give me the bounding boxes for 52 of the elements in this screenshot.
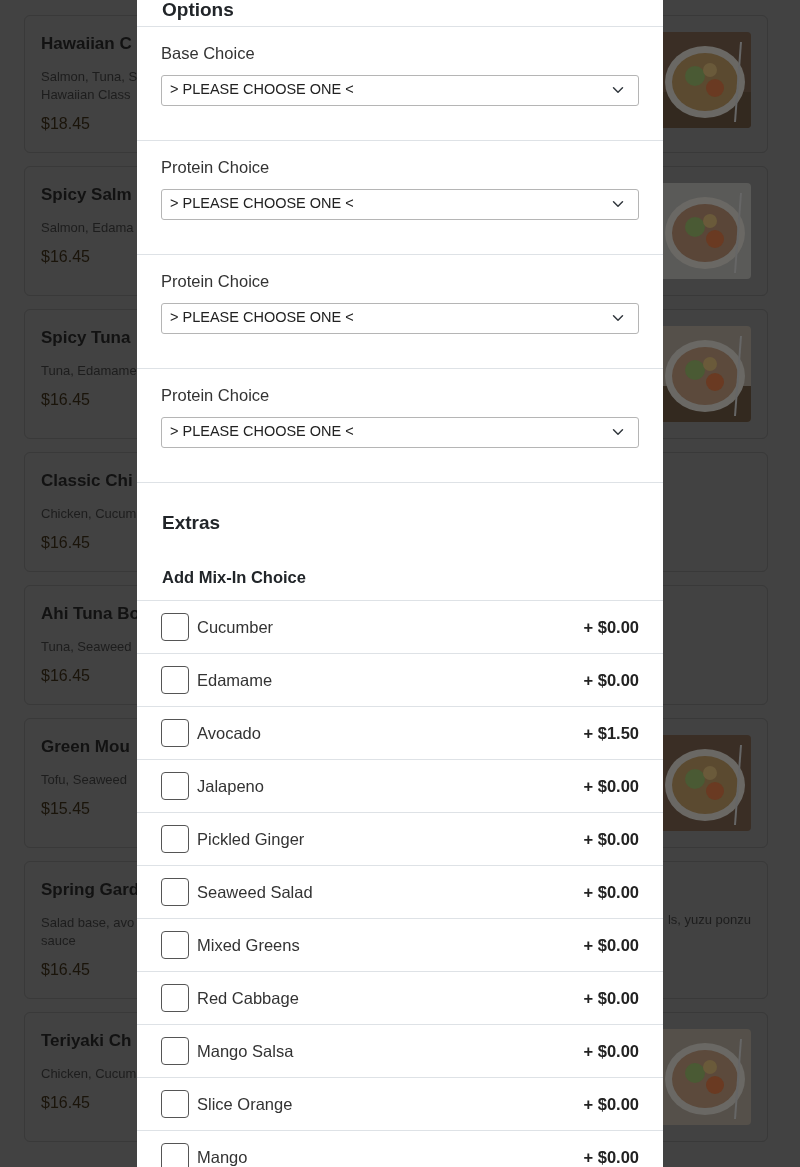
option-price: + $0.00 bbox=[583, 1146, 639, 1167]
option-price: + $0.00 bbox=[583, 1040, 639, 1062]
item-price: $16.45 bbox=[41, 533, 91, 553]
option-price: + $0.00 bbox=[583, 828, 639, 850]
item-price: $16.45 bbox=[41, 960, 91, 980]
item-price: $16.45 bbox=[41, 666, 91, 686]
checkbox[interactable] bbox=[161, 1037, 189, 1065]
item-price: $18.45 bbox=[41, 114, 91, 134]
option-label: Avocado bbox=[197, 722, 262, 744]
checkbox[interactable] bbox=[161, 825, 189, 853]
option-label: Mango Salsa bbox=[197, 1040, 295, 1062]
field-label: Protein Choice bbox=[161, 385, 271, 406]
option-label: Edamame bbox=[197, 669, 274, 691]
select-field[interactable]: > PLEASE CHOOSE ONE < bbox=[161, 74, 639, 106]
field-label: Protein Choice bbox=[161, 271, 271, 292]
option-price: + $0.00 bbox=[583, 616, 639, 638]
select-field[interactable]: > PLEASE CHOOSE ONE < bbox=[161, 416, 639, 448]
option-price: + $0.00 bbox=[583, 934, 639, 956]
option-label: Cucumber bbox=[197, 616, 275, 638]
checkbox[interactable] bbox=[161, 984, 189, 1012]
group-title: Add Mix-In Choice bbox=[137, 555, 663, 601]
option-label: Pickled Ginger bbox=[197, 828, 306, 850]
checkbox[interactable] bbox=[161, 613, 189, 641]
select-field[interactable]: > PLEASE CHOOSE ONE < bbox=[161, 302, 639, 334]
option-price: + $0.00 bbox=[583, 881, 639, 903]
checkbox[interactable] bbox=[161, 772, 189, 800]
option-price: + $0.00 bbox=[583, 987, 639, 1009]
item-price: $16.45 bbox=[41, 247, 91, 267]
option-label: Seaweed Salad bbox=[197, 881, 314, 903]
checkbox[interactable] bbox=[161, 1090, 189, 1118]
checkbox[interactable] bbox=[161, 666, 189, 694]
option-label: Mango bbox=[197, 1146, 249, 1167]
item-price: $15.45 bbox=[41, 799, 91, 819]
field-label: Base Choice bbox=[161, 43, 256, 64]
field-label: Protein Choice bbox=[161, 157, 271, 178]
checkbox[interactable] bbox=[161, 878, 189, 906]
checkbox[interactable] bbox=[161, 1143, 189, 1167]
option-price: + $0.00 bbox=[583, 669, 639, 691]
option-price: + $0.00 bbox=[583, 1093, 639, 1115]
option-label: Mixed Greens bbox=[197, 934, 301, 956]
option-price: + $1.50 bbox=[583, 722, 639, 744]
checkbox[interactable] bbox=[161, 931, 189, 959]
option-price: + $0.00 bbox=[583, 775, 639, 797]
select-field[interactable]: > PLEASE CHOOSE ONE < bbox=[161, 188, 639, 220]
option-label: Slice Orange bbox=[197, 1093, 294, 1115]
item-price: $16.45 bbox=[41, 390, 91, 410]
section-title: Extras bbox=[161, 511, 222, 535]
section-title: Options bbox=[137, 0, 663, 27]
checkbox[interactable] bbox=[161, 719, 189, 747]
option-label: Jalapeno bbox=[197, 775, 265, 797]
item-price: $16.45 bbox=[41, 1093, 91, 1113]
option-label: Red Cabbage bbox=[197, 987, 300, 1009]
